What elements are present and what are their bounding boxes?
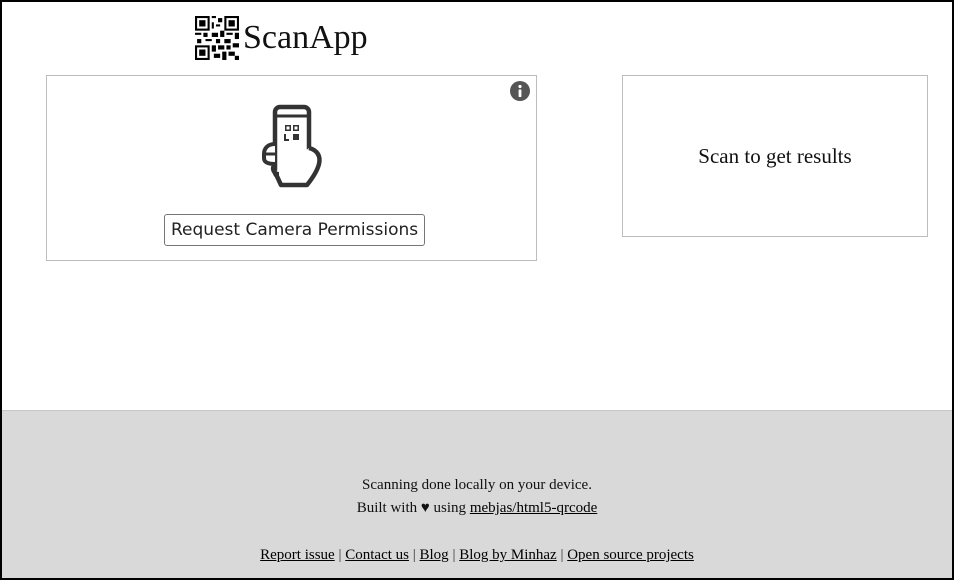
app-title: ScanApp [243, 19, 368, 56]
result-placeholder-text: Scan to get results [698, 143, 852, 168]
request-camera-permissions-button[interactable]: Request Camera Permissions [164, 214, 426, 246]
contact-us-link[interactable]: Contact us [345, 547, 409, 563]
report-issue-link[interactable]: Report issue [260, 547, 335, 563]
app-header: ScanApp [195, 16, 368, 60]
blog-by-minhaz-link[interactable]: Blog by Minhaz [459, 547, 557, 563]
qr-code-icon [195, 16, 239, 60]
app-window: ScanApp Request Camera Permissions Scan … [0, 0, 954, 580]
footer-built-with: Built with ♥ using mebjas/html5-qrcode [2, 500, 952, 517]
result-panel: Scan to get results [622, 75, 928, 237]
blog-link[interactable]: Blog [420, 547, 449, 563]
info-circle-icon[interactable] [510, 81, 530, 101]
link-separator: | [338, 547, 342, 563]
footer-links: Report issue | Contact us | Blog | Blog … [2, 547, 952, 564]
open-source-projects-link[interactable]: Open source projects [567, 547, 694, 563]
link-separator: | [412, 547, 416, 563]
built-with-text: Built with ♥ using [356, 500, 467, 516]
link-separator: | [560, 547, 564, 563]
phone-scan-icon [262, 104, 322, 188]
scanner-region: Request Camera Permissions [46, 75, 537, 261]
footer-local-scanning-note: Scanning done locally on your device. [362, 477, 592, 493]
html5-qrcode-link[interactable]: mebjas/html5-qrcode [470, 500, 597, 516]
link-separator: | [452, 547, 456, 563]
page-footer: Scanning done locally on your device. Bu… [2, 410, 952, 578]
